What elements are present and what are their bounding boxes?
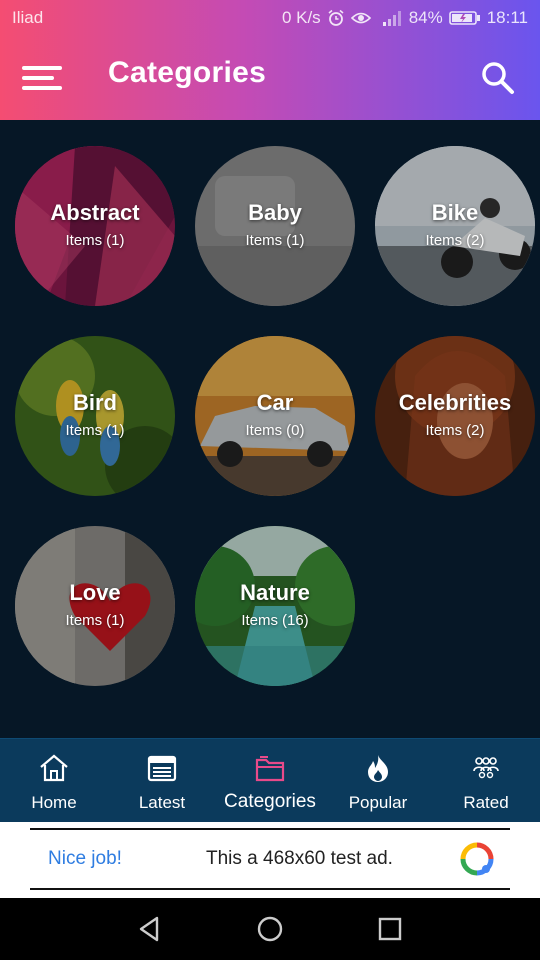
flame-icon bbox=[368, 755, 388, 782]
ad-banner[interactable]: Nice job! This a 468x60 test ad. bbox=[30, 828, 510, 890]
page-title: Categories bbox=[108, 56, 267, 89]
nav-label: Popular bbox=[348, 793, 408, 812]
group-icon bbox=[473, 757, 499, 779]
category-name: Love bbox=[69, 580, 121, 605]
ad-nice-text: Nice job! bbox=[48, 848, 122, 869]
nav-label: Rated bbox=[463, 793, 509, 812]
signal-icon bbox=[377, 9, 403, 27]
nav-label: Categories bbox=[224, 791, 316, 812]
calendar-icon bbox=[147, 755, 177, 782]
thumbnail-shade bbox=[15, 336, 175, 496]
network-speed: 0 K/s bbox=[281, 8, 321, 27]
category-bike[interactable]: Bike Items (2) bbox=[375, 146, 535, 306]
category-nature[interactable]: Nature Items (16) bbox=[195, 526, 355, 686]
ad-container: Nice job! This a 468x60 test ad. bbox=[0, 822, 540, 898]
category-name: Bird bbox=[73, 390, 117, 415]
category-car[interactable]: Car Items (0) bbox=[195, 336, 355, 496]
ad-logo-icon bbox=[460, 842, 494, 876]
nav-popular[interactable]: Popular bbox=[324, 739, 432, 823]
category-count: Items (2) bbox=[425, 422, 485, 439]
category-celebrities[interactable]: Celebrities Items (2) bbox=[375, 336, 535, 496]
category-baby[interactable]: Baby Items (1) bbox=[195, 146, 355, 306]
category-count: Items (0) bbox=[245, 422, 305, 439]
thumbnail-shade bbox=[375, 336, 535, 496]
folder-icon bbox=[255, 756, 285, 782]
thumbnail-shade bbox=[375, 146, 535, 306]
app-bar: Categories bbox=[0, 36, 540, 120]
home-circle-icon[interactable] bbox=[255, 914, 285, 944]
home-icon bbox=[40, 754, 68, 782]
status-right: 0 K/s 84% 18:11 bbox=[282, 8, 528, 28]
category-count: Items (16) bbox=[241, 612, 309, 629]
bottom-navigation: Home Latest Categories Popular Rated bbox=[0, 738, 540, 822]
category-name: Abstract bbox=[50, 200, 140, 225]
back-icon[interactable] bbox=[135, 914, 165, 944]
carrier-name: Iliad bbox=[12, 8, 44, 27]
category-name: Bike bbox=[431, 200, 479, 225]
category-name: Nature bbox=[240, 580, 310, 605]
ad-message: This a 468x60 test ad. bbox=[206, 848, 393, 869]
nav-rated[interactable]: Rated bbox=[432, 739, 540, 823]
recents-icon[interactable] bbox=[375, 914, 405, 944]
category-abstract[interactable]: Abstract Items (1) bbox=[15, 146, 175, 306]
nav-latest[interactable]: Latest bbox=[108, 739, 216, 823]
category-name: Baby bbox=[248, 200, 302, 225]
status-bar: Iliad 0 K/s 84% 18:11 bbox=[0, 0, 540, 36]
category-name: Car bbox=[256, 390, 294, 415]
battery-percent: 84% bbox=[408, 8, 443, 27]
hamburger-menu-icon[interactable] bbox=[22, 62, 62, 94]
category-count: Items (2) bbox=[425, 232, 485, 249]
app-screen: Iliad 0 K/s 84% 18:11 Categories Abstrac… bbox=[0, 0, 540, 960]
category-name: Celebrities bbox=[398, 390, 512, 415]
thumbnail-shade bbox=[15, 526, 175, 686]
search-icon[interactable] bbox=[480, 60, 516, 96]
category-count: Items (1) bbox=[65, 612, 125, 629]
thumbnail-shade bbox=[195, 526, 355, 686]
nav-home[interactable]: Home bbox=[0, 739, 108, 823]
thumbnail-shade bbox=[195, 336, 355, 496]
category-grid: Abstract Items (1) Baby Items (1) Bike I… bbox=[0, 120, 540, 738]
nav-label: Home bbox=[31, 793, 77, 812]
clock-time: 18:11 bbox=[486, 8, 528, 27]
header: Iliad 0 K/s 84% 18:11 Categories bbox=[0, 0, 540, 120]
category-count: Items (1) bbox=[245, 232, 305, 249]
category-count: Items (1) bbox=[65, 232, 125, 249]
eye-icon bbox=[350, 10, 371, 26]
alarm-icon bbox=[327, 9, 345, 27]
category-love[interactable]: Love Items (1) bbox=[15, 526, 175, 686]
nav-categories[interactable]: Categories bbox=[216, 739, 324, 823]
nav-label: Latest bbox=[138, 793, 186, 812]
thumbnail-shade bbox=[15, 146, 175, 306]
category-count: Items (1) bbox=[65, 422, 125, 439]
thumbnail-shade bbox=[195, 146, 355, 306]
category-bird[interactable]: Bird Items (1) bbox=[15, 336, 175, 496]
system-navigation-bar bbox=[0, 898, 540, 960]
battery-icon bbox=[448, 10, 481, 26]
